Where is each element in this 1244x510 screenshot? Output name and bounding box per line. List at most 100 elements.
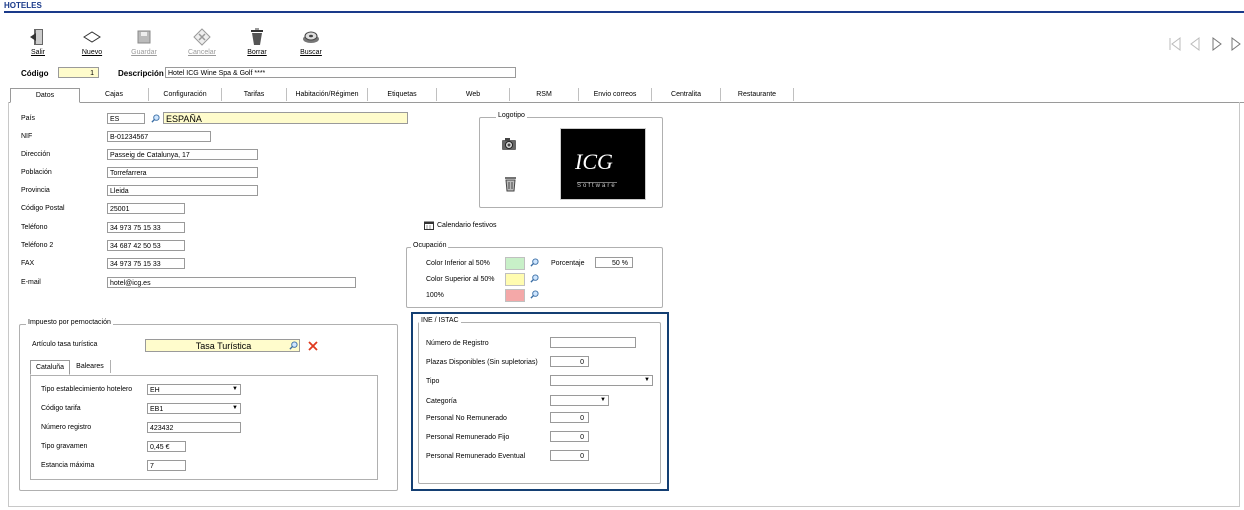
email-input[interactable]: hotel@icg.es xyxy=(107,277,356,288)
ine-group: INE / ISTAC Número de Registro Plazas Di… xyxy=(418,317,661,484)
poblacion-input[interactable]: Torrefarrera xyxy=(107,167,258,178)
ine-num-registro-label: Número de Registro xyxy=(426,340,489,347)
save-button[interactable]: Guardar xyxy=(119,27,169,56)
color-superior-search-icon[interactable] xyxy=(530,274,539,283)
fax-input[interactable]: 34 973 75 15 33 xyxy=(107,258,185,269)
camera-icon[interactable] xyxy=(501,137,517,151)
impuesto-title: Impuesto por pernoctación xyxy=(26,319,113,326)
tab-etiquetas[interactable]: Etiquetas xyxy=(368,88,437,101)
new-button[interactable]: Nuevo xyxy=(67,27,117,56)
color-inferior-search-icon[interactable] xyxy=(530,258,539,267)
window-title: HOTELES xyxy=(4,1,42,10)
tab-web[interactable]: Web xyxy=(437,88,510,101)
calendario-label[interactable]: Calendario festivos xyxy=(437,222,497,229)
color-superior-swatch[interactable] xyxy=(505,273,525,286)
pais-code-input[interactable]: ES xyxy=(107,113,145,124)
nif-input[interactable]: B-01234567 xyxy=(107,131,211,142)
tipo-gravamen-input[interactable]: 0,45 € xyxy=(147,441,186,452)
num-registro-input[interactable]: 423432 xyxy=(147,422,241,433)
exit-door-icon xyxy=(30,29,43,45)
subtab-baleares[interactable]: Baleares xyxy=(70,360,111,373)
color-inferior-label: Color Inferior al 50% xyxy=(426,260,490,267)
tipo-est-select[interactable]: EH ▼ xyxy=(147,384,241,395)
tab-tarifas[interactable]: Tarifas xyxy=(222,88,287,101)
categoria-select[interactable]: ▼ xyxy=(550,395,609,406)
poblacion-label: Población xyxy=(21,169,52,176)
exit-button[interactable]: Salir xyxy=(13,27,63,56)
codigo-tarifa-label: Código tarifa xyxy=(41,405,81,412)
impuesto-group: Impuesto por pernoctación Artículo tasa … xyxy=(19,319,398,491)
direccion-input[interactable]: Passeig de Catalunya, 17 xyxy=(107,149,258,160)
provincia-label: Provincia xyxy=(21,187,50,194)
cancel-label: Cancelar xyxy=(187,49,216,56)
cataluna-panel: Tipo establecimiento hotelero EH ▼ Código… xyxy=(30,375,378,480)
tab-rsm[interactable]: RSM xyxy=(510,88,579,101)
email-label: E-mail xyxy=(21,279,41,286)
codigo-input[interactable]: 1 xyxy=(58,67,99,78)
delete-button[interactable]: Borrar xyxy=(232,27,282,56)
descripcion-input[interactable]: Hotel ICG Wine Spa & Golf **** xyxy=(165,67,516,78)
tab-centralita[interactable]: Centralita xyxy=(652,88,721,101)
estancia-input[interactable]: 7 xyxy=(147,460,186,471)
pais-name-field: ESPAÑA xyxy=(163,112,408,124)
next-record-icon[interactable] xyxy=(1210,37,1224,51)
tipo-gravamen-label: Tipo gravamen xyxy=(41,443,88,450)
previous-record-icon[interactable] xyxy=(1188,37,1202,51)
telefono2-label: Teléfono 2 xyxy=(21,242,54,249)
delete-logo-icon[interactable] xyxy=(503,175,518,192)
chevron-down-icon: ▼ xyxy=(232,386,238,392)
tipo-est-label: Tipo establecimiento hotelero xyxy=(41,386,133,393)
ine-num-registro-input[interactable] xyxy=(550,337,636,348)
calendar-icon[interactable] xyxy=(424,221,434,230)
ine-title: INE / ISTAC xyxy=(419,317,461,324)
ocupacion-group: Ocupación Color Inferior al 50% Porcenta… xyxy=(406,242,663,308)
no-remun-input[interactable]: 0 xyxy=(550,412,589,423)
pais-search-icon[interactable] xyxy=(151,114,160,123)
logotipo-group: Logotipo ICG Software xyxy=(479,112,663,208)
telefono2-input[interactable]: 34 687 42 50 53 xyxy=(107,240,185,251)
cp-label: Código Postal xyxy=(21,205,65,212)
ocupacion-title: Ocupación xyxy=(411,242,449,249)
subtab-cataluna[interactable]: Cataluña xyxy=(30,360,70,375)
articulo-label: Artículo tasa turística xyxy=(32,341,98,348)
remun-event-label: Personal Remunerado Eventual xyxy=(426,453,526,460)
ine-tipo-label: Tipo xyxy=(426,378,440,385)
num-registro-label: Número registro xyxy=(41,424,92,431)
telefono-input[interactable]: 34 973 75 15 33 xyxy=(107,222,185,233)
articulo-clear-icon[interactable] xyxy=(308,341,318,351)
estancia-label: Estancia máxima xyxy=(41,462,95,469)
first-record-icon[interactable] xyxy=(1168,37,1182,51)
remun-fijo-input[interactable]: 0 xyxy=(550,431,589,442)
porcentaje-label: Porcentaje xyxy=(551,260,585,267)
cien-label: 100% xyxy=(426,292,444,299)
color-cien-swatch[interactable] xyxy=(505,289,525,302)
tab-envio-correos[interactable]: Envio correos xyxy=(579,88,652,101)
last-record-icon[interactable] xyxy=(1229,37,1243,51)
logo-text: ICG xyxy=(575,149,613,174)
tab-datos[interactable]: Datos xyxy=(10,88,80,103)
cancel-button[interactable]: Cancelar xyxy=(177,27,227,56)
logotipo-title: Logotipo xyxy=(496,112,527,119)
color-inferior-swatch[interactable] xyxy=(505,257,525,270)
trash-icon xyxy=(251,28,263,45)
tab-habitacion-regimen[interactable]: Habitación/Régimen xyxy=(287,88,368,101)
cancel-icon xyxy=(193,28,211,46)
tab-restaurante[interactable]: Restaurante xyxy=(721,88,794,101)
color-cien-search-icon[interactable] xyxy=(530,290,539,299)
tab-configuracion[interactable]: Configuración xyxy=(149,88,222,101)
tipo-est-value: EH xyxy=(150,387,160,394)
codigo-tarifa-select[interactable]: EB1 ▼ xyxy=(147,403,241,414)
provincia-input[interactable]: Lleida xyxy=(107,185,258,196)
tab-cajas[interactable]: Cajas xyxy=(80,88,149,101)
articulo-field[interactable]: Tasa Turística xyxy=(145,339,300,352)
cp-input[interactable]: 25001 xyxy=(107,203,185,214)
plazas-label: Plazas Disponibles (Sin supletorias) xyxy=(426,359,538,366)
ine-tipo-select[interactable]: ▼ xyxy=(550,375,653,386)
search-button[interactable]: Buscar xyxy=(286,27,336,56)
delete-label: Borrar xyxy=(247,49,267,56)
remun-event-input[interactable]: 0 xyxy=(550,450,589,461)
porcentaje-input[interactable]: 50 % xyxy=(595,257,633,268)
articulo-search-icon[interactable] xyxy=(289,341,298,350)
direccion-label: Dirección xyxy=(21,151,51,158)
plazas-input[interactable]: 0 xyxy=(550,356,589,367)
